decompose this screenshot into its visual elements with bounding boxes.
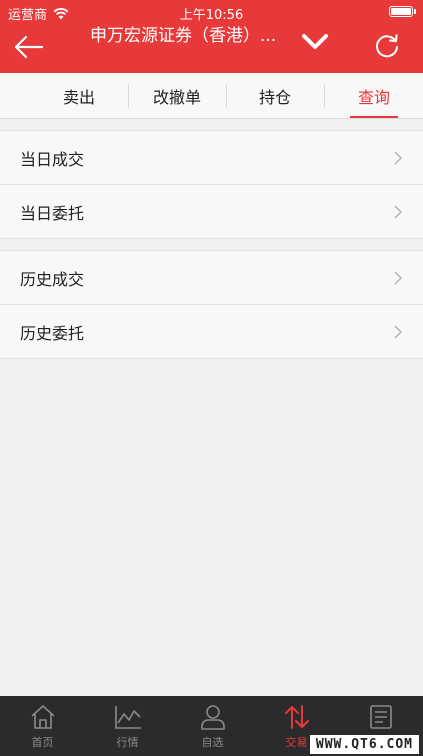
tab-positions-label: 持仓: [258, 88, 291, 107]
back-arrow-icon[interactable]: [12, 32, 46, 62]
nav-title[interactable]: 申万宏源证券（香港）...: [90, 25, 300, 47]
tab-sell-label: 卖出: [62, 88, 95, 107]
bottom-tab-bar: 首页 行情 自选 交易 WWW.QT6.COM: [0, 696, 423, 756]
tab-query-label: 查询: [357, 88, 390, 107]
nav-bar: 申万宏源证券（香港）...: [0, 22, 423, 73]
news-icon: [369, 705, 392, 729]
list-item-history-deals[interactable]: 历史成交: [0, 251, 423, 305]
query-group-today: 当日成交 当日委托: [0, 130, 423, 239]
list-item-today-deals[interactable]: 当日成交: [0, 131, 423, 185]
list-item-label: 当日成交: [20, 149, 85, 169]
tabbar-label: 首页: [31, 736, 54, 749]
chevron-down-icon[interactable]: [300, 30, 330, 52]
tab-modify-cancel-label: 改撤单: [152, 88, 201, 107]
list-item-label: 当日委托: [20, 203, 85, 223]
list-item-history-orders[interactable]: 历史委托: [0, 305, 423, 359]
chevron-right-icon: [394, 325, 403, 339]
app-header: 运营商 上午10:56 申万宏源证券（香港）...: [0, 0, 423, 73]
chart-icon: [114, 706, 141, 729]
list-item-label: 历史委托: [20, 323, 85, 343]
tabbar-item-watchlist[interactable]: 自选: [170, 696, 255, 756]
tab-query[interactable]: 查询: [325, 73, 423, 119]
list-item-today-orders[interactable]: 当日委托: [0, 185, 423, 239]
chevron-right-icon: [394, 205, 403, 219]
query-group-history: 历史成交 历史委托: [0, 250, 423, 359]
status-time: 上午10:56: [179, 8, 244, 23]
tabbar-item-home[interactable]: 首页: [0, 696, 85, 756]
battery-fill: [391, 8, 411, 15]
tab-sell[interactable]: 卖出: [30, 73, 128, 119]
battery-icon: [389, 6, 416, 17]
trade-tabs: 卖出 改撤单 持仓 查询: [0, 73, 423, 119]
chevron-right-icon: [394, 151, 403, 165]
home-icon: [30, 705, 55, 729]
tabbar-label: 自选: [201, 736, 224, 749]
tabbar-label: 交易: [285, 736, 308, 749]
trade-arrows-icon: [284, 705, 309, 729]
tab-modify-cancel[interactable]: 改撤单: [128, 73, 226, 119]
refresh-icon[interactable]: [373, 32, 401, 60]
tabbar-label: 行情: [116, 736, 139, 749]
status-bar: 运营商 上午10:56: [0, 0, 423, 23]
watermark-logo: WWW.QT6.COM: [309, 735, 419, 754]
tab-positions[interactable]: 持仓: [226, 73, 324, 119]
chevron-right-icon: [394, 271, 403, 285]
user-icon: [200, 705, 225, 730]
tabbar-item-market[interactable]: 行情: [85, 696, 170, 756]
list-item-label: 历史成交: [20, 269, 85, 289]
